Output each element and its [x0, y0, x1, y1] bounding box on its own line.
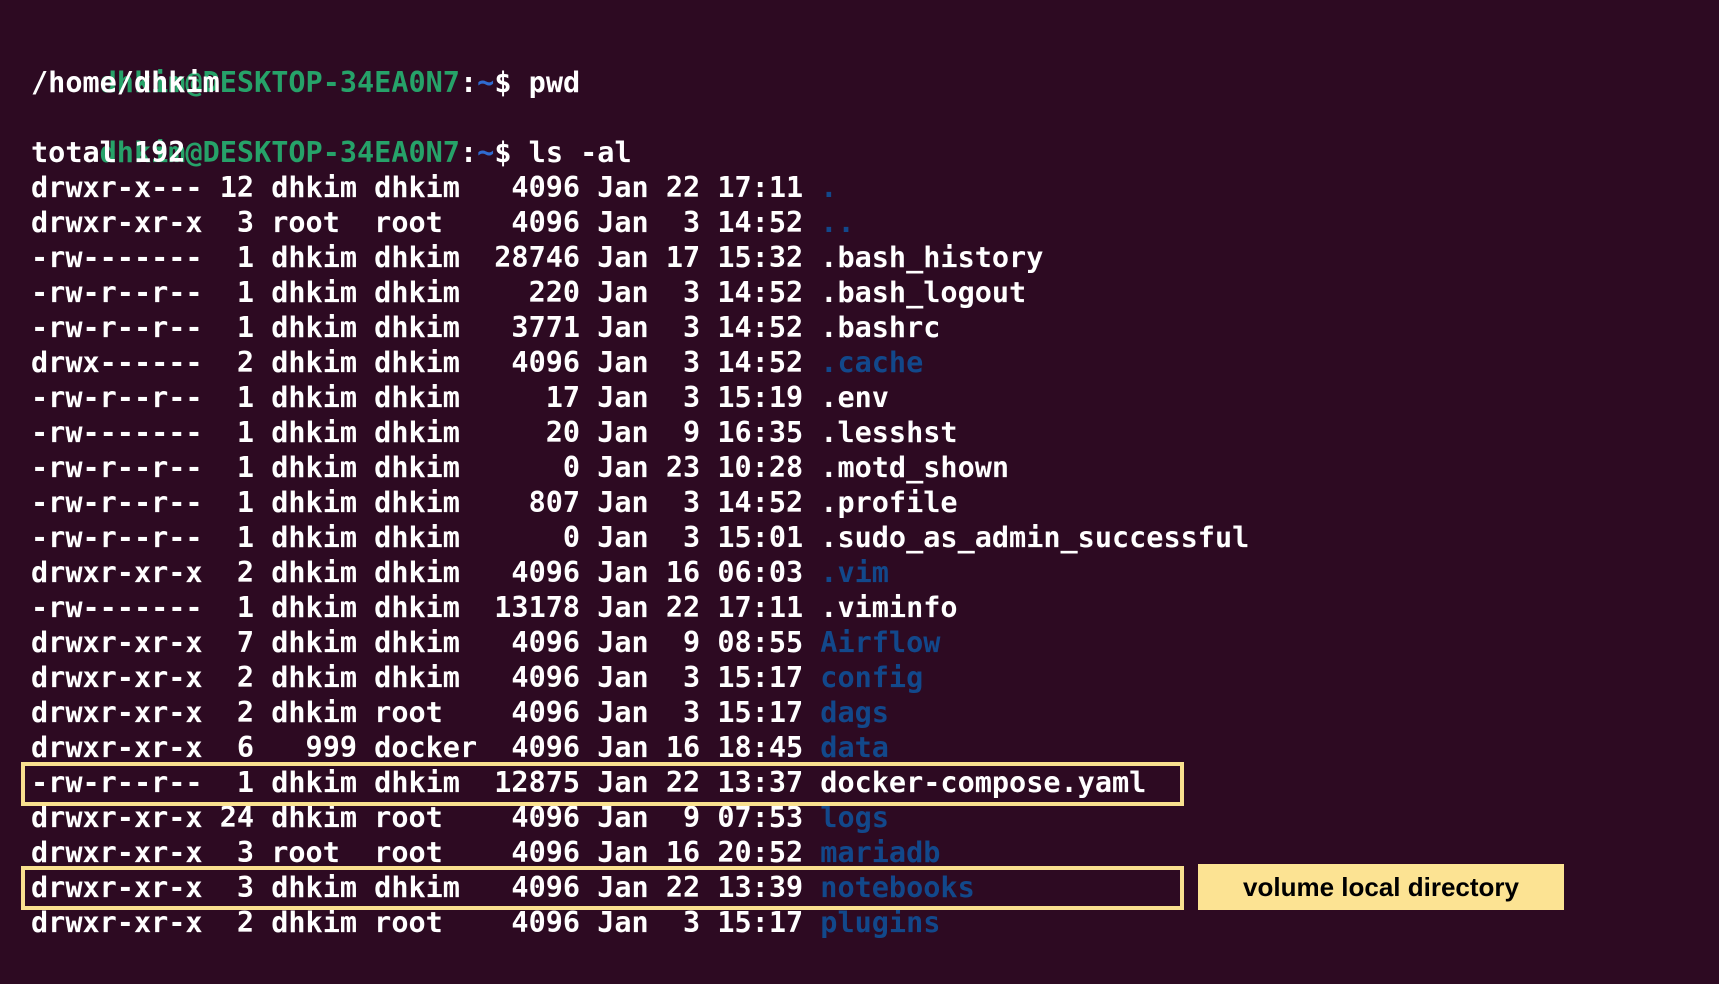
listing-row: -rw-r--r-- 1 dhkim dhkim 0 Jan 3 15:01 .… — [31, 520, 1249, 555]
listing-row: drwxr-xr-x 2 dhkim dhkim 4096 Jan 16 06:… — [31, 555, 889, 590]
file-name: .bash_logout — [820, 276, 1027, 309]
file-name: .bash_history — [820, 241, 1044, 274]
prompt-separator: : — [459, 66, 478, 99]
listing-total: total 192 — [31, 136, 186, 169]
listing-row: drwxr-x--- 12 dhkim dhkim 4096 Jan 22 17… — [31, 170, 837, 205]
file-name: .motd_shown — [820, 451, 1010, 484]
listing-row: -rw-r--r-- 1 dhkim dhkim 0 Jan 23 10:28 … — [31, 450, 1009, 485]
prompt-symbol: $ — [494, 136, 512, 169]
prompt-symbol: $ — [494, 66, 512, 99]
directory-name: .vim — [820, 556, 889, 589]
prompt-line: dhkim@DESKTOP-34EA0N7:~$ pwd — [31, 30, 581, 99]
directory-name: plugins — [820, 906, 941, 939]
listing-meta: drwxr-xr-x 6 999 docker 4096 Jan 16 18:4… — [31, 731, 821, 764]
directory-name: config — [820, 661, 924, 694]
listing-meta: -rw-r--r-- 1 dhkim dhkim 0 Jan 23 10:28 — [31, 451, 821, 484]
callout-label: volume local directory — [1198, 864, 1564, 910]
terminal-window[interactable]: dhkim@DESKTOP-34EA0N7:~$ pwd /home/dhkim… — [0, 0, 1719, 984]
listing-row: -rw-r--r-- 1 dhkim dhkim 807 Jan 3 14:52… — [31, 485, 958, 520]
command-text: pwd — [528, 66, 581, 99]
listing-row: drwxr-xr-x 2 dhkim root 4096 Jan 3 15:17… — [31, 905, 940, 940]
listing-row: drwxr-xr-x 7 dhkim dhkim 4096 Jan 9 08:5… — [31, 625, 940, 660]
listing-row: drwxr-xr-x 6 999 docker 4096 Jan 16 18:4… — [31, 730, 889, 765]
prompt-line: dhkim@DESKTOP-34EA0N7:~$ ls -al — [31, 100, 632, 169]
file-name: .sudo_as_admin_successful — [820, 521, 1250, 554]
highlight-box-docker-compose — [21, 762, 1184, 806]
listing-meta: drwxr-xr-x 7 dhkim dhkim 4096 Jan 9 08:5… — [31, 626, 821, 659]
file-name: .profile — [820, 486, 958, 519]
directory-name: . — [820, 171, 838, 204]
listing-meta: -rw-r--r-- 1 dhkim dhkim 0 Jan 3 15:01 — [31, 521, 821, 554]
command-output: /home/dhkim — [31, 66, 220, 99]
listing-meta: drwxr-xr-x 2 dhkim dhkim 4096 Jan 16 06:… — [31, 556, 821, 589]
listing-row: drwxr-xr-x 2 dhkim root 4096 Jan 3 15:17… — [31, 695, 889, 730]
listing-meta: -rw-r--r-- 1 dhkim dhkim 807 Jan 3 14:52 — [31, 486, 821, 519]
file-name: .lesshst — [820, 416, 958, 449]
listing-meta: -rw------- 1 dhkim dhkim 13178 Jan 22 17… — [31, 591, 821, 624]
file-name: .env — [820, 381, 889, 414]
directory-name: data — [820, 731, 889, 764]
prompt-separator: : — [459, 136, 478, 169]
listing-row: -rw------- 1 dhkim dhkim 20 Jan 9 16:35 … — [31, 415, 958, 450]
listing-row: -rw-r--r-- 1 dhkim dhkim 220 Jan 3 14:52… — [31, 275, 1026, 310]
listing-meta: -rw------- 1 dhkim dhkim 28746 Jan 17 15… — [31, 241, 821, 274]
listing-meta: drwxr-xr-x 3 root root 4096 Jan 3 14:52 — [31, 206, 821, 239]
listing-meta: drwxr-x--- 12 dhkim dhkim 4096 Jan 22 17… — [31, 171, 821, 204]
listing-meta: drwxr-xr-x 2 dhkim root 4096 Jan 3 15:17 — [31, 906, 821, 939]
listing-row: -rw------- 1 dhkim dhkim 13178 Jan 22 17… — [31, 590, 958, 625]
highlight-box-notebooks — [21, 866, 1184, 910]
listing-meta: -rw-r--r-- 1 dhkim dhkim 17 Jan 3 15:19 — [31, 381, 821, 414]
listing-row: drwxr-xr-x 3 root root 4096 Jan 3 14:52 … — [31, 205, 855, 240]
listing-row: drwxr-xr-x 3 root root 4096 Jan 16 20:52… — [31, 835, 940, 870]
directory-name: .. — [820, 206, 855, 239]
listing-row: drwxr-xr-x 2 dhkim dhkim 4096 Jan 3 15:1… — [31, 660, 923, 695]
listing-meta: drwxr-xr-x 2 dhkim root 4096 Jan 3 15:17 — [31, 696, 821, 729]
file-name: .bashrc — [820, 311, 941, 344]
directory-name: Airflow — [820, 626, 941, 659]
listing-meta: drwxr-xr-x 3 root root 4096 Jan 16 20:52 — [31, 836, 821, 869]
listing-meta: -rw-r--r-- 1 dhkim dhkim 3771 Jan 3 14:5… — [31, 311, 821, 344]
listing-meta: drwx------ 2 dhkim dhkim 4096 Jan 3 14:5… — [31, 346, 821, 379]
directory-name: .cache — [820, 346, 924, 379]
prompt-path: ~ — [477, 136, 495, 169]
prompt-path: ~ — [477, 66, 495, 99]
listing-row: -rw-r--r-- 1 dhkim dhkim 17 Jan 3 15:19 … — [31, 380, 889, 415]
listing-meta: -rw------- 1 dhkim dhkim 20 Jan 9 16:35 — [31, 416, 821, 449]
listing-row: drwx------ 2 dhkim dhkim 4096 Jan 3 14:5… — [31, 345, 923, 380]
directory-name: dags — [820, 696, 889, 729]
listing-row: -rw------- 1 dhkim dhkim 28746 Jan 17 15… — [31, 240, 1043, 275]
listing-meta: drwxr-xr-x 2 dhkim dhkim 4096 Jan 3 15:1… — [31, 661, 821, 694]
command-text: ls -al — [528, 136, 632, 169]
listing-meta: -rw-r--r-- 1 dhkim dhkim 220 Jan 3 14:52 — [31, 276, 821, 309]
listing-row: -rw-r--r-- 1 dhkim dhkim 3771 Jan 3 14:5… — [31, 310, 940, 345]
file-name: .viminfo — [820, 591, 958, 624]
directory-name: mariadb — [820, 836, 941, 869]
